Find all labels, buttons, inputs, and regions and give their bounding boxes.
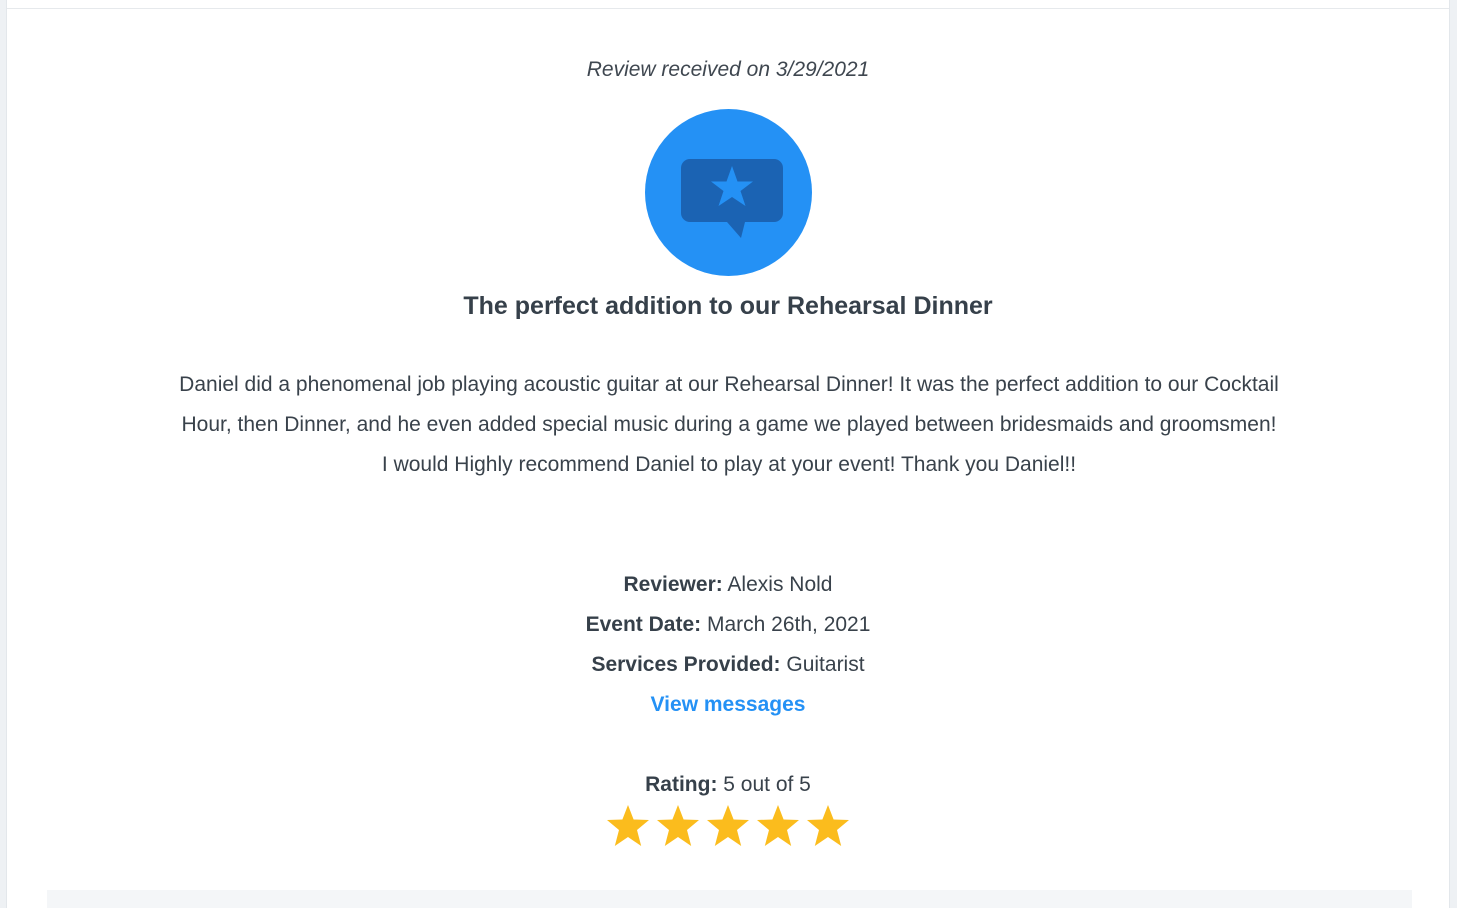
- review-body-paragraph: Daniel did a phenomenal job playing acou…: [179, 373, 1279, 436]
- services-value: Guitarist: [786, 653, 865, 676]
- review-card: Review received on 3/29/2021 The perfect…: [6, 0, 1450, 908]
- rating-stars: [605, 803, 855, 851]
- star-icon: [707, 805, 749, 846]
- review-details: Reviewer: Alexis Nold Event Date: March …: [7, 565, 1449, 725]
- reviewer-name: Alexis Nold: [727, 573, 833, 596]
- rating-label: Rating:: [645, 773, 718, 796]
- review-badge: [645, 109, 812, 276]
- review-title: The perfect addition to our Rehearsal Di…: [463, 292, 993, 320]
- rating-text: 5 out of 5: [723, 773, 811, 796]
- view-messages-row: View messages: [7, 685, 1449, 725]
- star-icon: [657, 805, 699, 846]
- services-row: Services Provided: Guitarist: [7, 645, 1449, 685]
- rating-row: Rating: 5 out of 5: [7, 765, 1449, 805]
- review-body-paragraph: I would Highly recommend Daniel to play …: [381, 453, 1077, 476]
- next-section-panel: [47, 890, 1412, 908]
- event-date-row: Event Date: March 26th, 2021: [7, 605, 1449, 645]
- review-body: Daniel did a phenomenal job playing acou…: [167, 365, 1291, 485]
- event-date-label: Event Date:: [585, 613, 702, 636]
- star-icon: [607, 805, 649, 846]
- reviewer-label: Reviewer:: [623, 573, 723, 596]
- speech-bubble-star-icon: [681, 159, 783, 238]
- star-icon: [807, 805, 849, 846]
- event-date-value: March 26th, 2021: [706, 613, 871, 636]
- services-label: Services Provided:: [591, 653, 781, 676]
- star-icon: [757, 805, 799, 846]
- divider: [7, 8, 1449, 9]
- reviewer-row: Reviewer: Alexis Nold: [7, 565, 1449, 605]
- review-received-date: Review received on 3/29/2021: [586, 58, 870, 81]
- view-messages-link[interactable]: View messages: [651, 693, 806, 716]
